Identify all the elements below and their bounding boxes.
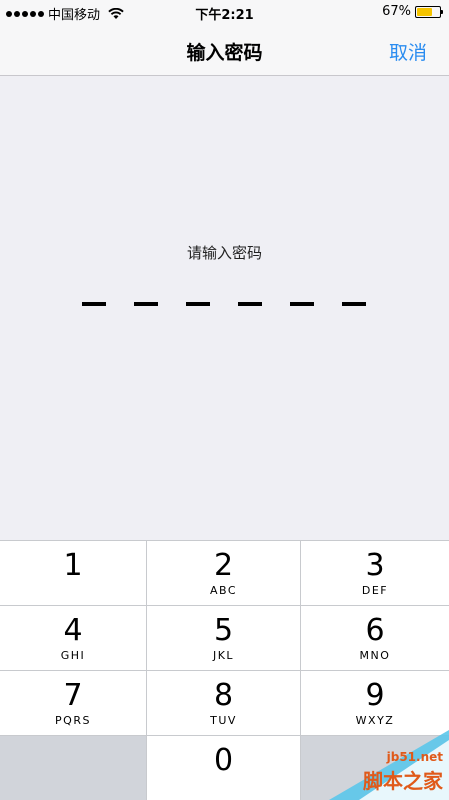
passcode-slot (238, 302, 262, 306)
key-letters: PQRS (55, 713, 91, 727)
passcode-slot (290, 302, 314, 306)
passcode-slot (342, 302, 366, 306)
status-bar: 中国移动 下午2:21 67% (0, 0, 449, 24)
battery-percent: 67% (382, 4, 411, 19)
key-1[interactable]: 1 (0, 540, 147, 605)
key-3[interactable]: 3 DEF (301, 540, 449, 605)
key-letters: MNO (359, 648, 391, 662)
key-digit: 4 (63, 612, 83, 648)
key-digit: 1 (63, 547, 83, 583)
passcode-slot (186, 302, 210, 306)
battery-icon (415, 5, 443, 18)
key-digit: 2 (213, 547, 234, 583)
key-8[interactable]: 8 TUV (147, 670, 301, 735)
key-2[interactable]: 2 ABC (147, 540, 301, 605)
passcode-slots (82, 302, 366, 308)
key-letters: DEF (361, 583, 389, 597)
cancel-button[interactable]: 取消 (389, 38, 427, 65)
key-7[interactable]: 7 PQRS (0, 670, 147, 735)
key-digit: 0 (213, 742, 234, 778)
key-blank (0, 735, 147, 800)
key-5[interactable]: 5 JKL (147, 605, 301, 670)
key-6[interactable]: 6 MNO (301, 605, 449, 670)
status-right: 67% (382, 4, 443, 19)
key-letters: GHI (60, 648, 86, 662)
key-delete-area (301, 735, 449, 800)
key-digit: 6 (365, 612, 385, 648)
key-digit: 8 (213, 677, 234, 713)
nav-bar: 输入密码 取消 (0, 24, 449, 76)
key-digit: 7 (63, 677, 83, 713)
key-letters: TUV (210, 713, 237, 727)
key-4[interactable]: 4 GHI (0, 605, 147, 670)
key-9[interactable]: 9 WXYZ (301, 670, 449, 735)
numeric-keypad: 1 2 ABC 3 DEF 4 GHI 5 JKL 6 MNO 7 PQRS 8… (0, 540, 449, 800)
key-digit: 5 (213, 612, 234, 648)
passcode-slot (82, 302, 106, 306)
key-digit: 3 (365, 547, 385, 583)
key-digit: 9 (365, 677, 385, 713)
page-title: 输入密码 (186, 42, 263, 64)
key-letters: WXYZ (355, 713, 395, 727)
passcode-slot (134, 302, 158, 306)
key-letters: JKL (212, 648, 235, 662)
passcode-prompt: 请输入密码 (186, 244, 262, 262)
key-0[interactable]: 0 (147, 735, 301, 800)
key-letters: ABC (209, 583, 238, 597)
